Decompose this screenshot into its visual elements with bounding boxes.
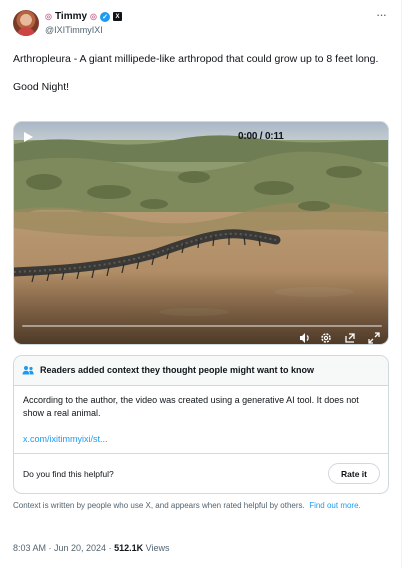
context-disclaimer: Context is written by people who use X, …: [13, 501, 385, 511]
post-text-line: Arthropleura - A giant millipede-like ar…: [13, 53, 379, 65]
video-player[interactable]: 0:00 / 0:11: [13, 121, 389, 345]
community-note-title: Readers added context they thought peopl…: [40, 365, 315, 375]
post-text: Arthropleura - A giant millipede-like ar…: [13, 52, 385, 94]
community-note-link[interactable]: x.com/ixitimmyixi/st...: [23, 434, 108, 444]
settings-gear-icon[interactable]: [320, 332, 332, 344]
find-out-more-link[interactable]: Find out more.: [309, 501, 361, 510]
more-options-icon[interactable]: ···: [376, 7, 387, 22]
verified-badge-icon[interactable]: ✓: [100, 11, 111, 22]
video-time: 0:00 / 0:11: [238, 131, 284, 142]
pip-icon[interactable]: [344, 332, 356, 344]
rate-it-button[interactable]: Rate it: [328, 463, 380, 484]
context-text: Context is written by people who use X, …: [13, 501, 305, 510]
author-name-row[interactable]: ◎ Timmy ◎ ✓ X: [45, 11, 123, 22]
affiliate-badge-icon[interactable]: X: [113, 12, 123, 21]
author-name[interactable]: Timmy: [55, 11, 87, 22]
people-icon: [22, 366, 34, 375]
video-frame: [14, 122, 388, 344]
views-count: 512.1K: [114, 543, 144, 553]
post-text-line: Good Night!: [13, 81, 70, 93]
community-note-body: According to the author, the video was c…: [23, 395, 359, 418]
emoji-icon: ◎: [90, 12, 98, 21]
community-note: Readers added context they thought peopl…: [13, 355, 389, 494]
volume-icon[interactable]: [299, 332, 311, 344]
meta-separator: ·: [106, 543, 115, 553]
author-handle[interactable]: @IXITimmyIXI: [45, 25, 103, 35]
divider: [14, 453, 388, 454]
fullscreen-icon[interactable]: [368, 332, 380, 344]
post-meta: 8:03 AM · Jun 20, 2024 · 512.1K Views: [13, 543, 169, 553]
post-timestamp[interactable]: 8:03 AM · Jun 20, 2024: [13, 543, 106, 553]
views-label: Views: [145, 543, 170, 553]
emoji-icon: ◎: [45, 12, 52, 21]
play-button-icon[interactable]: [24, 132, 33, 142]
community-note-header: Readers added context they thought peopl…: [14, 356, 388, 386]
tweet: ◎ Timmy ◎ ✓ X @IXITimmyIXI ··· Arthrople…: [0, 0, 402, 568]
helpful-question: Do you find this helpful?: [23, 469, 114, 479]
avatar[interactable]: [13, 10, 39, 36]
